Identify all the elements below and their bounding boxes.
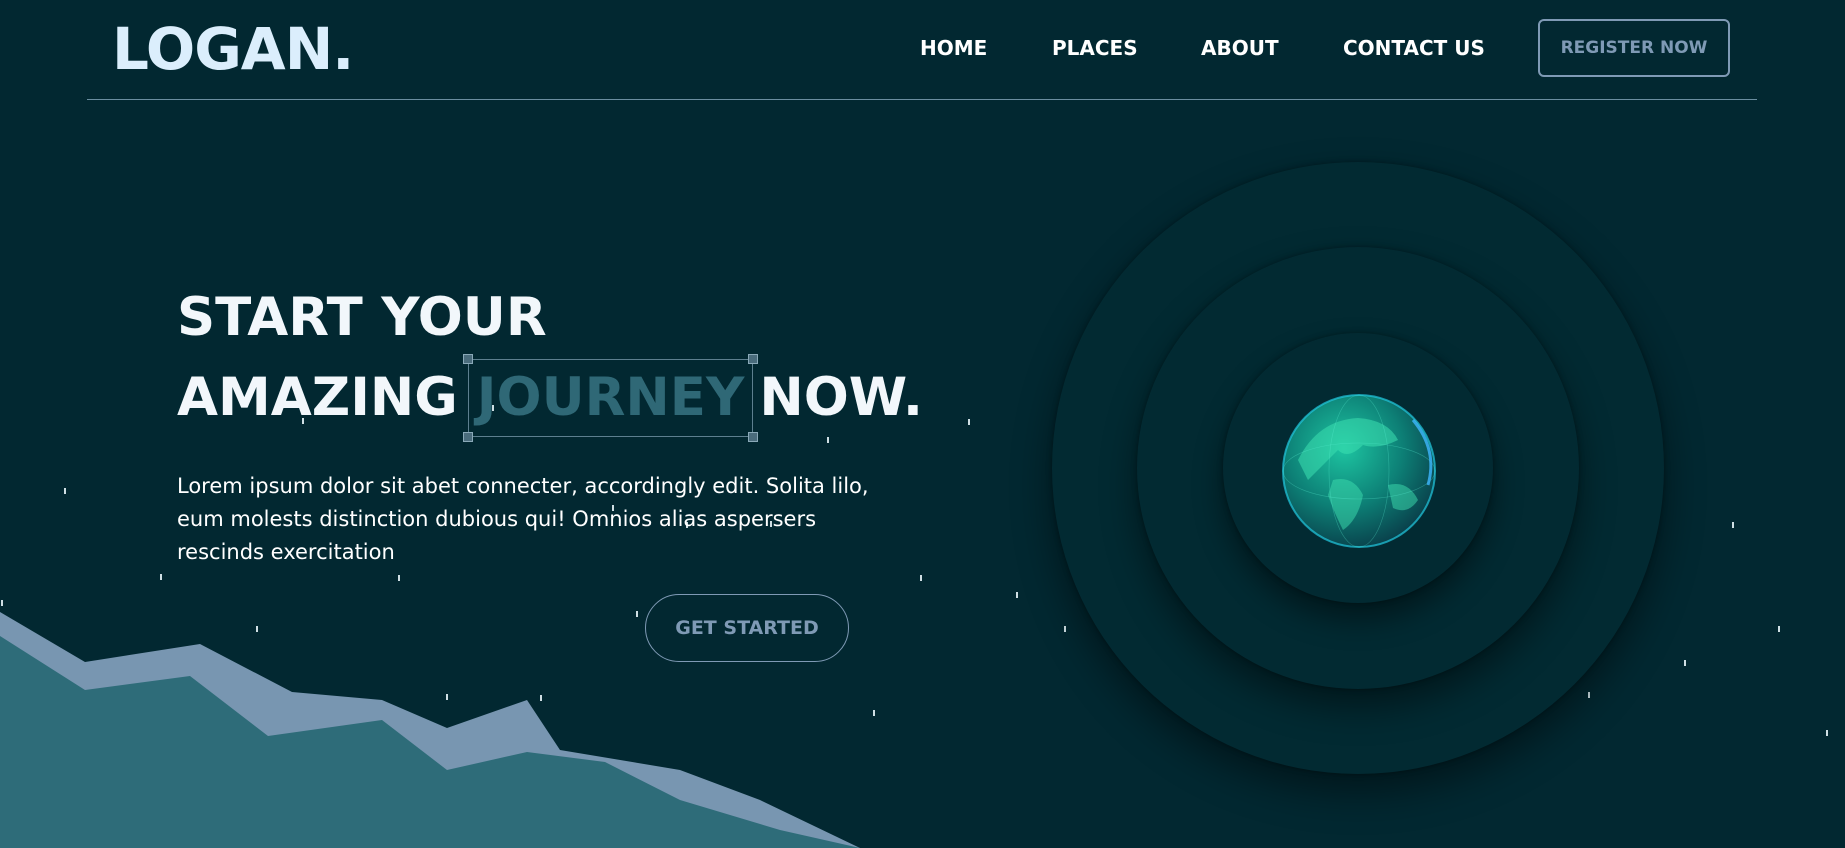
star-particle — [1778, 626, 1780, 632]
register-now-button[interactable]: REGISTER NOW — [1538, 19, 1730, 77]
resize-handle-bottom-left[interactable] — [462, 432, 473, 442]
star-particle — [160, 574, 162, 580]
star-particle — [1016, 592, 1018, 598]
logo[interactable]: LOGAN. — [112, 14, 354, 84]
star-particle — [1064, 626, 1066, 632]
hero-title-line-1: START YOUR — [177, 287, 547, 348]
globe-icon — [1282, 394, 1436, 548]
accent-word-text: JOURNEY — [476, 367, 745, 428]
star-particle — [873, 710, 875, 716]
star-particle — [64, 488, 66, 494]
hero-title-accent-word[interactable]: JOURNEY — [462, 354, 759, 442]
hero-title-word-amazing: AMAZING — [177, 367, 458, 428]
resize-handle-top-right[interactable] — [748, 354, 759, 364]
hero-title: START YOUR AMAZING JOURNEY NOW. — [177, 278, 924, 442]
hero-description: Lorem ipsum dolor sit abet connecter, ac… — [177, 474, 869, 564]
star-particle — [920, 575, 922, 581]
star-particle — [1732, 522, 1734, 528]
resize-handle-top-left[interactable] — [462, 354, 473, 364]
nav-contact-us[interactable]: CONTACT US — [1343, 34, 1485, 62]
star-particle — [968, 419, 970, 425]
star-particle — [1684, 660, 1686, 666]
star-particle — [1826, 730, 1828, 736]
nav-home[interactable]: HOME — [920, 34, 987, 62]
nav-places[interactable]: PLACES — [1052, 34, 1138, 62]
mountain-graphic — [0, 612, 860, 848]
hero-title-word-now: NOW. — [759, 367, 924, 428]
resize-handle-bottom-right[interactable] — [748, 432, 759, 442]
star-particle — [1588, 692, 1590, 698]
hero-title-line-2: AMAZING JOURNEY NOW. — [177, 354, 924, 442]
nav-about[interactable]: ABOUT — [1201, 34, 1279, 62]
header-divider — [87, 99, 1757, 100]
landing-page: LOGAN. HOME PLACES ABOUT CONTACT US REGI… — [0, 0, 1845, 848]
star-particle — [398, 575, 400, 581]
